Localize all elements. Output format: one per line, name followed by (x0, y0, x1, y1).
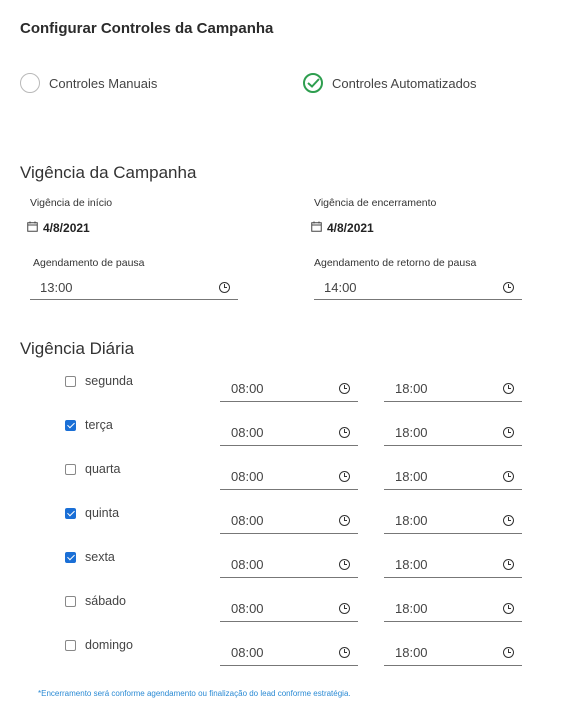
resume-schedule-label: Agendamento de retorno de pausa (314, 257, 477, 269)
time-value: 08:00 (231, 513, 264, 528)
day-start-time-input[interactable]: 08:00 (220, 640, 358, 666)
day-start-time-input[interactable]: 08:00 (220, 596, 358, 622)
time-value: 18:00 (395, 513, 428, 528)
end-date-value: 4/8/2021 (327, 221, 374, 235)
day-checkbox-5[interactable]: sábado (65, 594, 126, 608)
checkbox-icon (65, 419, 76, 431)
clock-icon (503, 647, 514, 658)
clock-icon (503, 515, 514, 526)
clock-icon (339, 471, 350, 482)
clock-icon (339, 515, 350, 526)
day-start-time-input[interactable]: 08:00 (220, 508, 358, 534)
day-start-time-input[interactable]: 08:00 (220, 376, 358, 402)
time-value: 08:00 (231, 645, 264, 660)
time-value: 18:00 (395, 601, 428, 616)
daily-period-title: Vigência Diária (20, 339, 135, 358)
checkbox-icon (65, 463, 76, 475)
checkbox-icon (65, 375, 76, 387)
radio-unselected-icon (20, 73, 40, 93)
day-start-time-input[interactable]: 08:00 (220, 552, 358, 578)
end-date-field[interactable]: 4/8/2021 (311, 221, 374, 235)
day-checkbox-6[interactable]: domingo (65, 638, 133, 652)
clock-icon (339, 559, 350, 570)
pause-schedule-label: Agendamento de pausa (33, 257, 145, 269)
time-value: 08:00 (231, 425, 264, 440)
clock-icon (339, 603, 350, 614)
day-end-time-input[interactable]: 18:00 (384, 376, 522, 402)
radio-manual-label: Controles Manuais (49, 75, 158, 91)
day-label: quarta (85, 462, 121, 476)
time-value: 08:00 (231, 601, 264, 616)
time-value: 18:00 (395, 645, 428, 660)
resume-time-value: 14:00 (324, 280, 357, 295)
clock-icon (339, 383, 350, 394)
clock-icon (503, 559, 514, 570)
clock-icon (503, 603, 514, 614)
day-start-time-input[interactable]: 08:00 (220, 464, 358, 490)
pause-time-value: 13:00 (40, 280, 73, 295)
day-label: sábado (85, 594, 127, 608)
clock-icon (503, 471, 514, 482)
day-end-time-input[interactable]: 18:00 (384, 640, 522, 666)
clock-icon (339, 647, 350, 658)
day-end-time-input[interactable]: 18:00 (384, 508, 522, 534)
checkbox-icon (65, 639, 76, 651)
radio-automated-controls[interactable]: Controles Automatizados (303, 73, 477, 93)
radio-automated-label: Controles Automatizados (332, 75, 477, 91)
time-value: 08:00 (231, 469, 264, 484)
time-value: 08:00 (231, 557, 264, 572)
day-end-time-input[interactable]: 18:00 (384, 552, 522, 578)
clock-icon (503, 427, 514, 438)
check-circle-icon (303, 73, 323, 93)
clock-icon (339, 427, 350, 438)
day-checkbox-0[interactable]: segunda (65, 374, 133, 388)
day-label: sexta (85, 550, 115, 564)
resume-time-input[interactable]: 14:00 (314, 276, 522, 300)
time-value: 18:00 (395, 425, 428, 440)
footnote-text: *Encerramento será conforme agendamento … (38, 689, 351, 698)
day-checkbox-1[interactable]: terça (65, 418, 113, 432)
day-label: domingo (85, 638, 133, 652)
checkbox-icon (65, 595, 76, 607)
day-end-time-input[interactable]: 18:00 (384, 420, 522, 446)
radio-manual-controls[interactable]: Controles Manuais (20, 73, 157, 93)
time-value: 18:00 (395, 469, 428, 484)
day-checkbox-4[interactable]: sexta (65, 550, 115, 564)
day-checkbox-3[interactable]: quinta (65, 506, 119, 520)
day-label: segunda (85, 374, 133, 388)
clock-icon (219, 282, 230, 293)
day-end-time-input[interactable]: 18:00 (384, 464, 522, 490)
checkbox-icon (65, 551, 76, 563)
time-value: 18:00 (395, 557, 428, 572)
day-label: quinta (85, 506, 120, 520)
clock-icon (503, 282, 514, 293)
checkbox-icon (65, 507, 76, 519)
start-date-value: 4/8/2021 (43, 221, 90, 235)
calendar-icon (311, 221, 322, 235)
start-date-field[interactable]: 4/8/2021 (27, 221, 90, 235)
day-checkbox-2[interactable]: quarta (65, 462, 120, 476)
calendar-icon (27, 221, 38, 235)
time-value: 08:00 (231, 381, 264, 396)
pause-time-input[interactable]: 13:00 (30, 276, 238, 300)
start-date-label: Vigência de início (30, 197, 113, 209)
day-label: terça (85, 418, 113, 432)
day-end-time-input[interactable]: 18:00 (384, 596, 522, 622)
campaign-period-title: Vigência da Campanha (20, 163, 197, 182)
day-start-time-input[interactable]: 08:00 (220, 420, 358, 446)
page-title: Configurar Controles da Campanha (20, 20, 274, 37)
end-date-label: Vigência de encerramento (314, 197, 437, 209)
clock-icon (503, 383, 514, 394)
time-value: 18:00 (395, 381, 428, 396)
